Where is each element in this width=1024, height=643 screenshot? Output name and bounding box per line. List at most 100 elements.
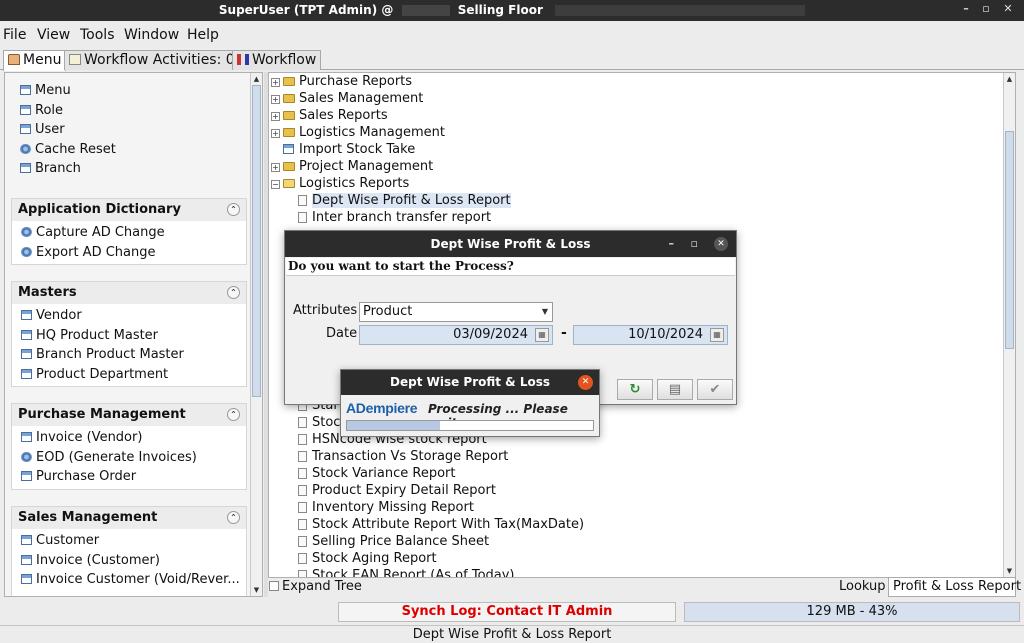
minimize-button[interactable]: – xyxy=(958,2,974,15)
expand-icon[interactable]: + xyxy=(271,95,280,104)
tree-node-inventory-missing[interactable]: Inventory Missing Report xyxy=(298,500,474,517)
sidebar-item-eod-generate-invoices[interactable]: EOD (Generate Invoices) xyxy=(12,450,246,470)
dialog-minimize-button[interactable]: – xyxy=(669,231,675,257)
menu-help[interactable]: Help xyxy=(187,27,219,43)
expand-icon[interactable]: + xyxy=(271,129,280,138)
sidebar-item-user[interactable]: User xyxy=(11,122,247,142)
scroll-down-icon[interactable]: ▼ xyxy=(252,585,261,595)
tree-node-dept-wise-profit-loss[interactable]: Dept Wise Profit & Loss Report xyxy=(298,193,511,210)
sidebar-item-role[interactable]: Role xyxy=(11,103,247,123)
sidebar-item-branch[interactable]: Branch xyxy=(11,161,247,181)
sidebar-item-hq-product-master[interactable]: HQ Product Master xyxy=(12,328,246,348)
sidebar-scrollbar[interactable]: ▲ ▼ xyxy=(250,73,262,596)
window-titlebar: SuperUser (TPT Admin) @ Selling Floor – … xyxy=(0,0,1024,21)
calendar-icon[interactable]: ▦ xyxy=(535,328,549,342)
dropdown-arrow-icon[interactable]: ▼ xyxy=(539,304,551,320)
tab-workflow-activities[interactable]: Workflow Activities: 0 xyxy=(64,50,240,70)
expand-icon[interactable]: + xyxy=(271,112,280,121)
tree-node-stock-aging[interactable]: Stock Aging Report xyxy=(298,551,437,568)
sidebar-item-invoice-customer-void[interactable]: Invoice Customer (Void/Rever... xyxy=(12,572,246,592)
sidebar-item-label: Invoice Customer (Void/Rever... xyxy=(36,572,240,587)
menu-file[interactable]: File xyxy=(3,27,26,43)
menu-window[interactable]: Window xyxy=(124,27,179,43)
collapse-tree-icon[interactable]: − xyxy=(271,180,280,189)
date-from-field[interactable]: 03/09/2024 ▦ xyxy=(359,325,553,345)
sidebar-item-invoice-customer[interactable]: Invoice (Customer) xyxy=(12,553,246,573)
sidebar-item-product-department[interactable]: Product Department xyxy=(12,367,246,387)
window-icon xyxy=(21,471,32,481)
report-icon xyxy=(298,519,307,530)
group-header[interactable]: Purchase Management ⌃ xyxy=(12,404,246,426)
expand-tree-checkbox[interactable] xyxy=(269,581,279,591)
tree-node-purchase-reports[interactable]: + Purchase Reports xyxy=(271,74,412,91)
tree-node-selling-price-balance[interactable]: Selling Price Balance Sheet xyxy=(298,534,489,551)
ok-button[interactable]: ✔ xyxy=(697,379,733,400)
menu-view[interactable]: View xyxy=(37,27,70,43)
expand-icon[interactable]: + xyxy=(271,163,280,172)
collapse-icon[interactable]: ⌃ xyxy=(227,286,240,299)
processing-close-button[interactable]: ✕ xyxy=(578,375,593,390)
tree-node-label: Stock EAN Report (As of Today) xyxy=(312,568,515,578)
group-header[interactable]: Application Dictionary ⌃ xyxy=(12,199,246,221)
tree-node-sales-reports[interactable]: + Sales Reports xyxy=(271,108,388,125)
attributes-select[interactable]: Product ▼ xyxy=(359,302,553,322)
synch-log-button[interactable]: Synch Log: Contact IT Admin xyxy=(338,602,676,622)
tree-node-stock-variance[interactable]: Stock Variance Report xyxy=(298,466,456,483)
start-process-button[interactable]: ↻ xyxy=(617,379,653,400)
tree-node-label: Stoc xyxy=(312,415,341,430)
sidebar-item-menu[interactable]: Menu xyxy=(11,83,247,103)
tree-node-logistics-management[interactable]: + Logistics Management xyxy=(271,125,445,142)
print-button[interactable]: ▤ xyxy=(657,379,693,400)
report-icon xyxy=(298,434,307,445)
tree-node-stock-attribute-tax[interactable]: Stock Attribute Report With Tax(MaxDate) xyxy=(298,517,584,534)
sidebar-item-vendor[interactable]: Vendor xyxy=(12,308,246,328)
tab-workflow[interactable]: Workflow xyxy=(232,50,322,70)
expand-icon[interactable]: + xyxy=(271,78,280,87)
tree-node-import-stock-take[interactable]: Import Stock Take xyxy=(283,142,415,159)
menu-tools[interactable]: Tools xyxy=(80,27,115,43)
progress-fill xyxy=(347,421,441,430)
sidebar-item-export-ad-change[interactable]: Export AD Change xyxy=(12,245,246,265)
memory-indicator[interactable]: 129 MB - 43% xyxy=(684,602,1020,622)
sidebar-item-purchase-order[interactable]: Purchase Order xyxy=(12,469,246,489)
sidebar-item-customer[interactable]: Customer xyxy=(12,533,246,553)
tree-node-stock-ean[interactable]: Stock EAN Report (As of Today) xyxy=(298,568,515,578)
dialog-title: Dept Wise Profit & Loss xyxy=(430,237,591,251)
tree-scrollbar[interactable]: ▲ ▼ xyxy=(1003,73,1015,577)
report-icon xyxy=(298,468,307,479)
scroll-down-icon[interactable]: ▼ xyxy=(1005,566,1014,576)
scrollbar-thumb[interactable] xyxy=(1005,131,1014,349)
lookup-input[interactable]: Profit & Loss Report xyxy=(888,577,1021,597)
tree-node-inter-branch-transfer[interactable]: Inter branch transfer report xyxy=(298,210,491,227)
tree-node-sales-management[interactable]: + Sales Management xyxy=(271,91,423,108)
sidebar-content: Menu Role User Cache Reset Branch Applic… xyxy=(5,73,251,596)
group-header[interactable]: Sales Management ⌃ xyxy=(12,507,246,529)
process-icon xyxy=(21,227,32,237)
tree-node-partial-b[interactable]: Stoc xyxy=(298,415,340,432)
scroll-up-icon[interactable]: ▲ xyxy=(252,74,261,84)
sidebar-item-label: Purchase Order xyxy=(36,469,137,484)
collapse-icon[interactable]: ⌃ xyxy=(227,511,240,524)
group-header[interactable]: Masters ⌃ xyxy=(12,282,246,304)
collapse-icon[interactable]: ⌃ xyxy=(227,203,240,216)
collapse-icon[interactable]: ⌃ xyxy=(227,408,240,421)
close-button[interactable]: ✕ xyxy=(1000,2,1016,15)
date-to-field[interactable]: 10/10/2024 ▦ xyxy=(573,325,728,345)
sidebar-item-label: HQ Product Master xyxy=(36,327,159,343)
tab-menu[interactable]: Menu xyxy=(3,50,67,71)
scrollbar-thumb[interactable] xyxy=(252,85,261,397)
tree-node-product-expiry[interactable]: Product Expiry Detail Report xyxy=(298,483,496,500)
scroll-up-icon[interactable]: ▲ xyxy=(1005,74,1014,84)
dialog-maximize-button[interactable]: ▫ xyxy=(691,231,698,257)
sidebar-item-branch-product-master[interactable]: Branch Product Master xyxy=(12,347,246,367)
tree-node-project-management[interactable]: + Project Management xyxy=(271,159,433,176)
attributes-label: Attributes xyxy=(293,303,358,318)
dialog-close-button[interactable]: ✕ xyxy=(714,237,728,251)
sidebar-item-cache-reset[interactable]: Cache Reset xyxy=(11,142,247,162)
sidebar-item-invoice-vendor[interactable]: Invoice (Vendor) xyxy=(12,430,246,450)
maximize-button[interactable]: ▫ xyxy=(978,2,994,15)
tree-node-transaction-vs-storage[interactable]: Transaction Vs Storage Report xyxy=(298,449,508,466)
sidebar-item-capture-ad-change[interactable]: Capture AD Change xyxy=(12,225,246,245)
tree-node-logistics-reports[interactable]: − Logistics Reports xyxy=(271,176,409,193)
calendar-icon[interactable]: ▦ xyxy=(710,328,724,342)
